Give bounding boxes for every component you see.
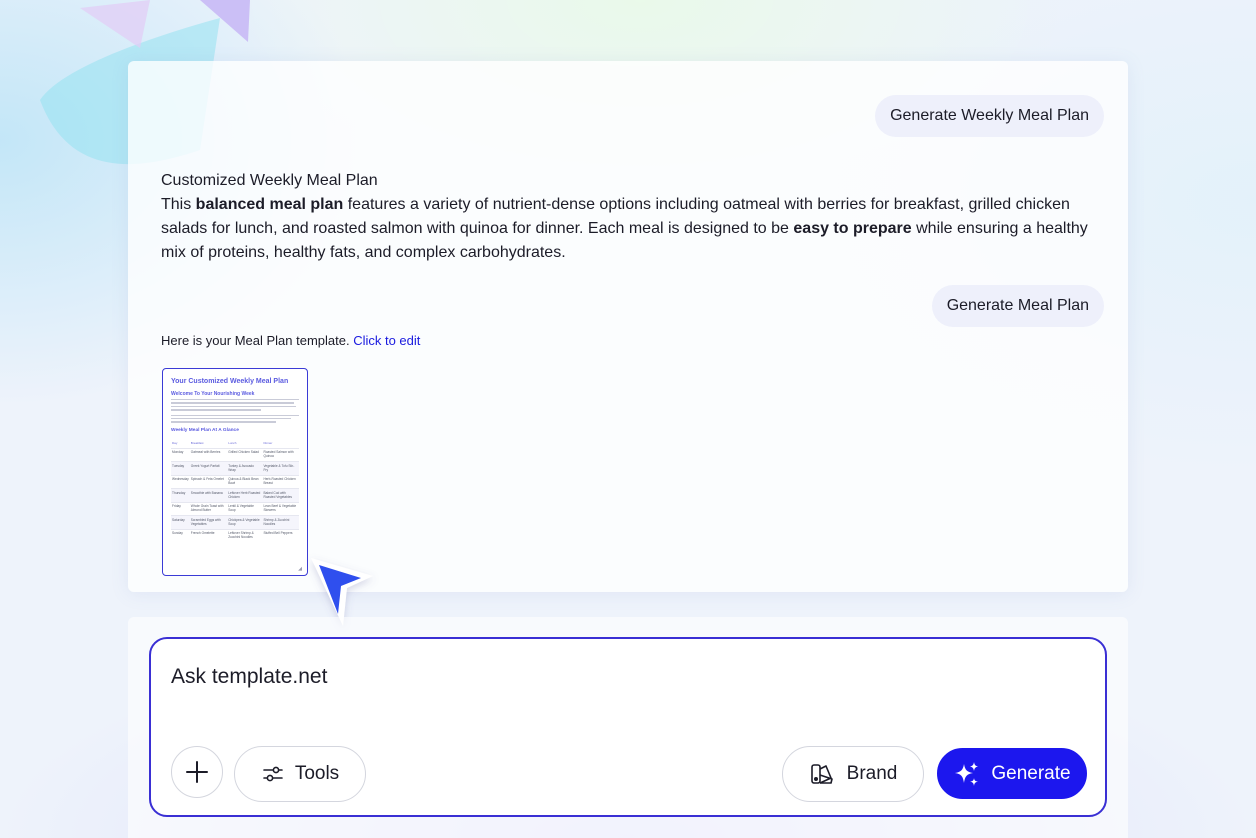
table-cell: Saturday (171, 515, 190, 530)
thumbnail-table-header: Lunch (228, 440, 237, 445)
composer-box: Tools Brand Generate (149, 637, 1107, 817)
table-cell: Leftover Herb Roasted Chicken (227, 488, 263, 503)
table-row: Wednesday Spinach & Feta Omelet Quinoa & B… (171, 474, 299, 489)
tools-label: Tools (294, 763, 340, 784)
prompt-input[interactable] (171, 665, 1071, 689)
thumbnail-table-header: Dinner (263, 440, 273, 445)
table-cell: Roasted Salmon with Quinoa (262, 447, 299, 462)
table-cell: Grilled Chicken Salad (227, 447, 263, 462)
answer-title: Customized Weekly Meal Plan (161, 172, 378, 189)
assistant-answer: Customized Weekly Meal Plan This balance… (161, 169, 1096, 265)
user-message-bubble: Generate Meal Plan (931, 285, 1104, 327)
table-row: Friday Whole Grain Toast with Almond Butt… (171, 501, 299, 516)
table-cell: Leftover Shrimp & Zucchini Noodles (227, 528, 263, 543)
generate-button[interactable]: Generate (937, 748, 1087, 799)
table-cell: Scrambled Eggs with Vegetables (189, 515, 228, 530)
table-cell: Monday (171, 447, 190, 462)
table-cell: Oatmeal with Berries (189, 447, 228, 462)
table-cell: Turkey & Avocado Wrap (227, 461, 263, 476)
thumbnail-title: Your Customized Weekly Meal Plan (171, 378, 289, 385)
answer-bold-text: balanced meal plan (195, 196, 344, 213)
template-notice: Here is your Meal Plan template. Click t… (161, 333, 420, 348)
table-cell: Lentil & Vegetable Soup (227, 501, 263, 516)
table-row: Sunday French Omelette Leftover Shrimp & Z… (171, 528, 299, 543)
table-cell: Stuffed Bell Peppers (262, 528, 299, 543)
table-row: Thursday Smoothie with Banana Leftover Her… (171, 488, 299, 503)
table-row: Tuesday Greek Yogurt Parfait Turkey & Avoc… (171, 461, 299, 476)
table-cell: Quinoa & Black Bean Bowl (227, 474, 263, 489)
generate-label: Generate (991, 762, 1071, 784)
palette-icon (810, 764, 833, 784)
plus-icon (186, 761, 208, 783)
table-cell: Greek Yogurt Parfait (189, 461, 228, 476)
table-cell: Chickpea & Vegetable Soup (227, 515, 263, 530)
thumbnail-section-title: Weekly Meal Plan At A Glance (171, 427, 239, 433)
corner-mark-icon: ◢ (298, 566, 302, 572)
thumbnail-table-header: Day (172, 440, 178, 445)
sliders-icon (263, 766, 283, 782)
table-cell: Herb-Roasted Chicken Breast (262, 474, 299, 489)
table-cell: Friday (171, 501, 190, 516)
table-cell: Smoothie with Banana (189, 488, 228, 503)
table-cell: Tuesday (171, 461, 190, 476)
answer-bold-text: easy to prepare (793, 220, 912, 237)
sparkles-icon (955, 761, 979, 786)
table-cell: Shrimp & Zucchini Noodles (262, 515, 299, 530)
add-attachment-button[interactable] (171, 746, 223, 798)
table-cell: Spinach & Feta Omelet (189, 474, 228, 489)
template-thumbnail[interactable]: Your Customized Weekly Meal Plan Welcome… (162, 368, 308, 576)
composer-panel: Tools Brand Generate (128, 617, 1128, 838)
user-message-bubble: Generate Weekly Meal Plan (875, 95, 1104, 137)
thumbnail-table-header: Breakfast (190, 440, 204, 445)
thumbnail-subtitle: Welcome To Your Nourishing Week (171, 391, 255, 397)
table-cell: Vegetable & Tofu Stir-Fry (262, 461, 299, 476)
table-cell: Wednesday (171, 474, 190, 489)
table-cell: French Omelette (189, 528, 228, 543)
thumbnail-meal-table: Day Breakfast Lunch Dinner Monday Oatmeal wi… (171, 438, 299, 543)
table-cell: Baked Cod with Roasted Vegetables (262, 488, 299, 503)
table-row: Monday Oatmeal with Berries Grilled Chicke… (171, 447, 299, 462)
click-to-edit-link[interactable]: Click to edit (353, 333, 420, 348)
brand-label: Brand (846, 763, 898, 784)
table-cell: Lean Beef & Vegetable Skewers (262, 501, 299, 516)
thumbnail-paragraph (171, 399, 299, 423)
template-notice-text: Here is your Meal Plan template. (161, 333, 354, 348)
answer-body: This balanced meal plan features a varie… (161, 193, 1096, 265)
table-row: Saturday Scrambled Eggs with Vegetables Ch… (171, 515, 299, 530)
table-cell: Whole Grain Toast with Almond Butter (189, 501, 228, 516)
answer-text: This (161, 196, 196, 213)
table-cell: Thursday (171, 488, 190, 503)
brand-button[interactable]: Brand (782, 746, 924, 802)
chat-panel: Generate Weekly Meal Plan Customized Wee… (128, 61, 1128, 592)
table-cell: Sunday (171, 528, 190, 543)
tools-button[interactable]: Tools (234, 746, 366, 802)
